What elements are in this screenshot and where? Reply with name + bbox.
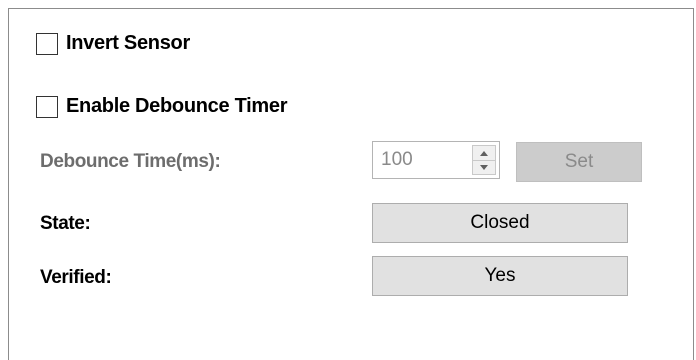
set-button[interactable]: Set — [516, 142, 642, 182]
invert-sensor-label[interactable]: Invert Sensor — [66, 32, 190, 55]
verified-value-button[interactable]: Yes — [372, 256, 628, 296]
spin-down-icon[interactable] — [473, 160, 495, 174]
debounce-time-spinbox[interactable]: 100 — [372, 141, 500, 179]
spin-up-icon[interactable] — [473, 146, 495, 161]
enable-debounce-label[interactable]: Enable Debounce Timer — [66, 95, 287, 118]
debounce-time-label: Debounce Time(ms): — [40, 151, 221, 172]
enable-debounce-row[interactable]: Enable Debounce Timer — [36, 95, 287, 118]
state-label: State: — [40, 213, 91, 234]
sensor-settings-panel — [8, 8, 694, 360]
verified-label: Verified: — [40, 267, 112, 288]
invert-sensor-checkbox[interactable] — [36, 32, 58, 55]
invert-sensor-row[interactable]: Invert Sensor — [36, 32, 190, 55]
spin-buttons[interactable] — [472, 145, 496, 175]
enable-debounce-checkbox[interactable] — [36, 95, 58, 118]
state-value-button[interactable]: Closed — [372, 203, 628, 243]
debounce-time-value[interactable]: 100 — [381, 149, 413, 171]
